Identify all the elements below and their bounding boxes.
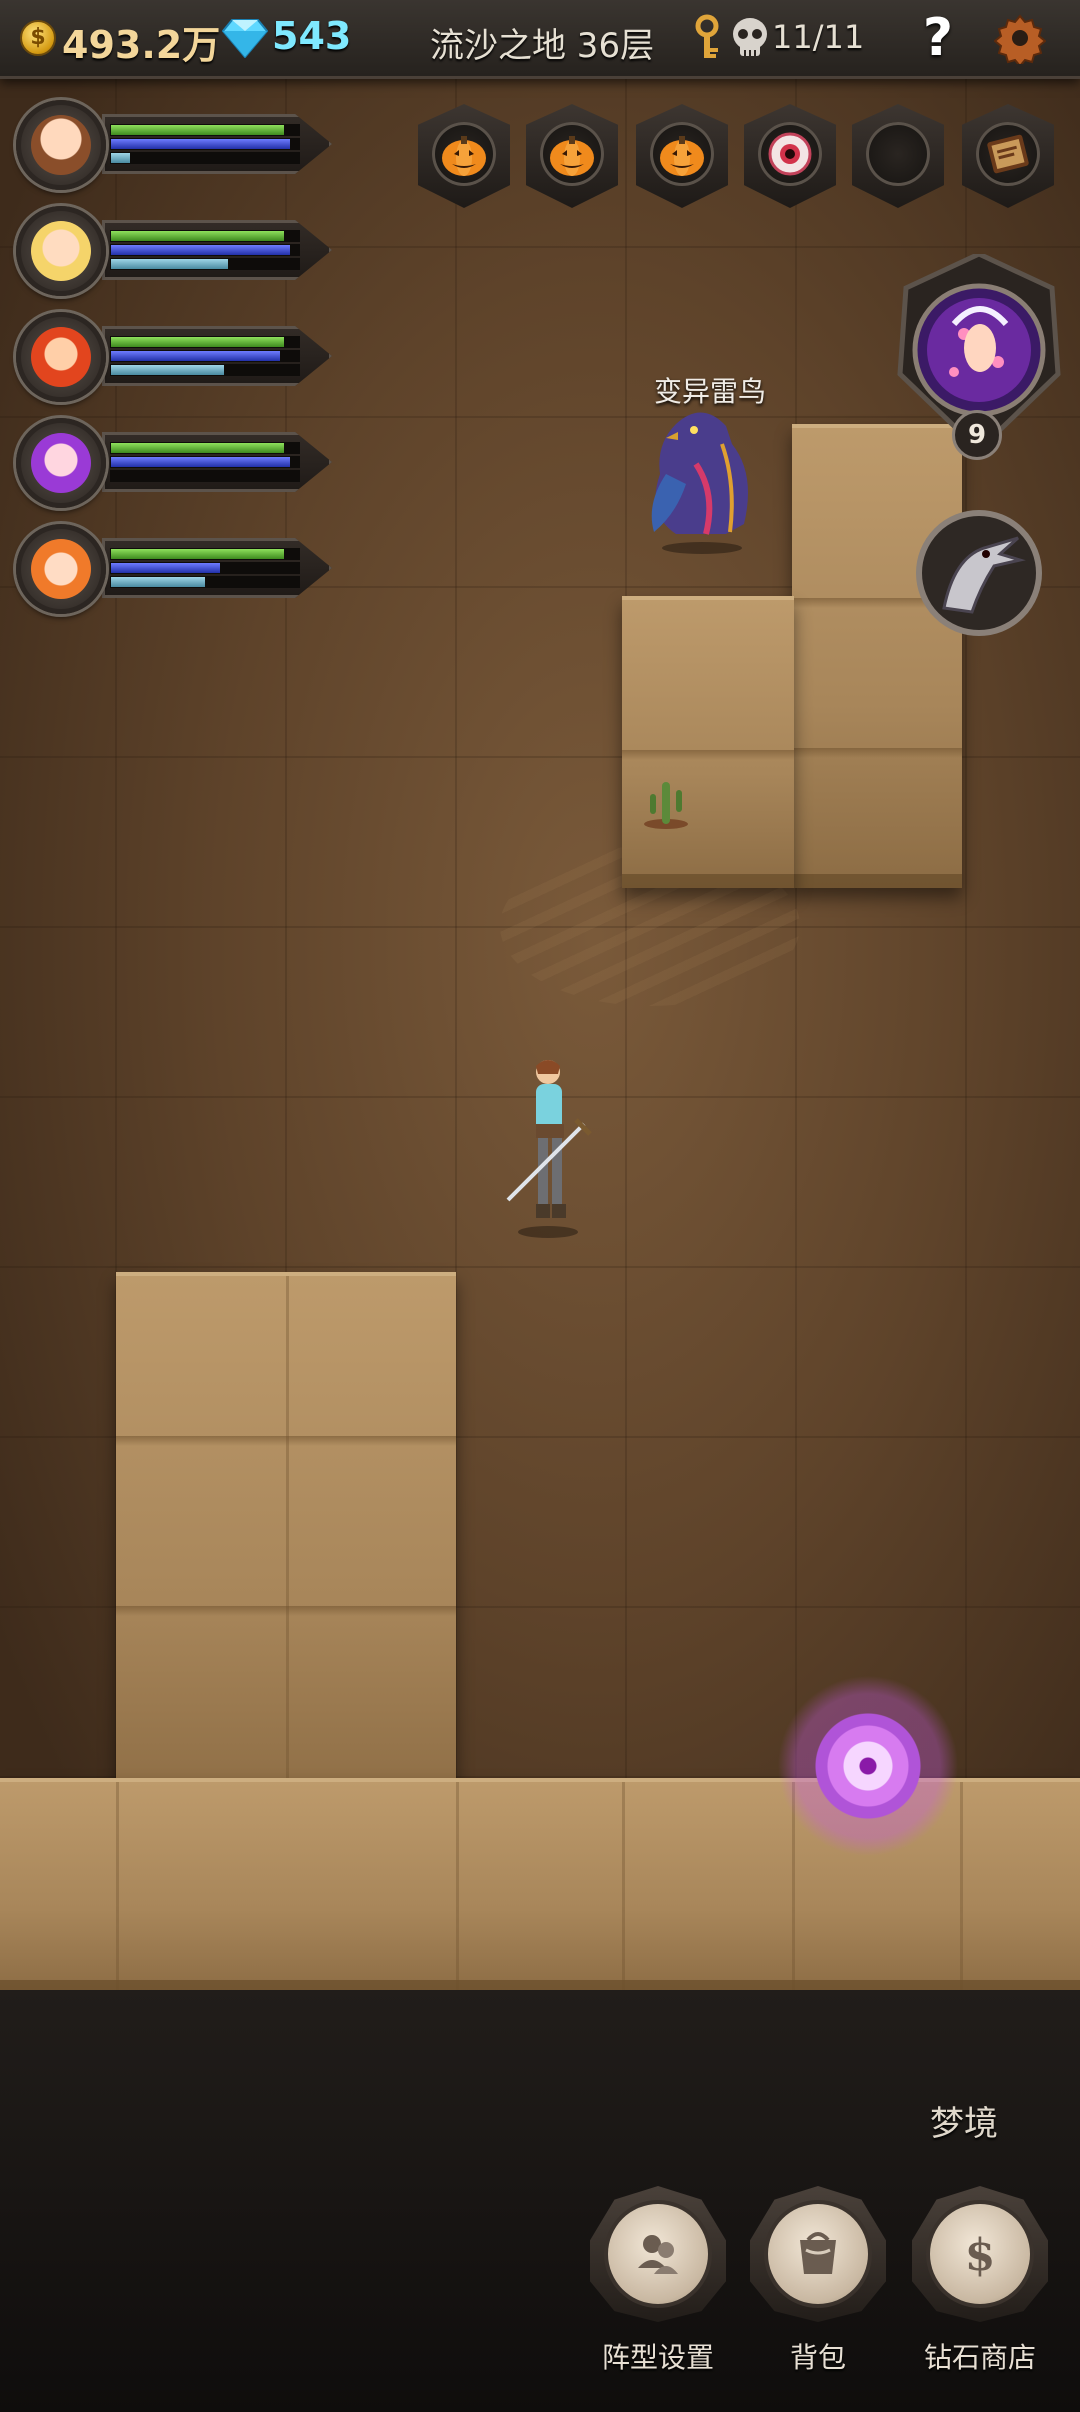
- xp-fill: [111, 577, 205, 587]
- status-bars: [110, 548, 300, 590]
- status-bars: [110, 230, 300, 272]
- party-member-5[interactable]: [10, 518, 340, 618]
- xp-bar: [110, 258, 300, 270]
- buff-slot-2[interactable]: [526, 104, 618, 208]
- mp-fill: [111, 139, 290, 149]
- cactus-decoration: [644, 782, 688, 829]
- sand-wall-block: [622, 596, 794, 888]
- pumpkin-icon: [550, 136, 594, 176]
- diamond-amount: 543: [272, 14, 352, 58]
- buff-slot-6[interactable]: [962, 104, 1054, 208]
- sand-wall-block: [792, 424, 962, 888]
- hp-fill: [111, 549, 284, 559]
- xp-fill: [111, 153, 130, 163]
- enemy-kill-counter: 11/11: [772, 18, 865, 56]
- portrait-frame: [16, 312, 106, 402]
- sand-wall-block: [116, 1272, 456, 1816]
- boss-level-badge: 9: [952, 410, 1002, 460]
- hero-portrait-icon: [31, 221, 91, 281]
- xp-bar: [110, 470, 300, 482]
- xp-fill: [111, 259, 228, 269]
- xp-fill: [111, 365, 224, 375]
- formation-label: 阵型设置: [601, 2341, 714, 2374]
- xp-bar: [110, 576, 300, 588]
- status-bars: [110, 336, 300, 378]
- book-icon: [987, 134, 1029, 174]
- hero-portrait-icon: [31, 539, 91, 599]
- bag-button[interactable]: 背包: [748, 2186, 888, 2376]
- party-member-3[interactable]: [10, 306, 340, 406]
- hp-bar: [110, 336, 300, 348]
- party-member-1[interactable]: [10, 94, 340, 194]
- mp-fill: [111, 351, 281, 361]
- mp-bar: [110, 562, 300, 574]
- diamond-shop-label: 钻石商店: [923, 2341, 1036, 2374]
- formation-icon: [638, 2235, 678, 2274]
- gear-icon[interactable]: [994, 12, 1046, 64]
- status-bars: [110, 442, 300, 484]
- teleport-portal[interactable]: [778, 1676, 958, 1856]
- hp-bar: [110, 124, 300, 136]
- floor-title: 流沙之地 36层: [430, 26, 655, 66]
- player-hero-sprite: [506, 1060, 592, 1238]
- buff-slot-5-empty[interactable]: [852, 104, 944, 208]
- buff-slot-4[interactable]: [744, 104, 836, 208]
- diamond-shop-button[interactable]: $ 钻石商店: [910, 2186, 1050, 2376]
- portrait-frame: [16, 206, 106, 296]
- portrait-frame: [16, 100, 106, 190]
- xp-bar: [110, 364, 300, 376]
- mp-bar: [110, 244, 300, 256]
- mp-fill: [111, 457, 290, 467]
- bag-icon: [800, 2232, 836, 2274]
- svg-text:$: $: [965, 2230, 996, 2281]
- xp-bar: [110, 152, 300, 164]
- eye-icon: [768, 132, 812, 176]
- gold-amount: 493.2万: [62, 23, 221, 67]
- party-member-2[interactable]: [10, 200, 340, 300]
- hero-portrait-icon: [31, 433, 91, 493]
- dungeon-map[interactable]: 9 变异雷鸟: [0, 76, 1080, 1990]
- mp-fill: [111, 245, 290, 255]
- formation-button[interactable]: 阵型设置: [588, 2186, 728, 2376]
- diamond-icon: [222, 19, 268, 58]
- hp-bar: [110, 442, 300, 454]
- hp-bar: [110, 230, 300, 242]
- top-status-bar: $ 493.2万 543 流沙之地 36层 11/11 ?: [0, 0, 1080, 79]
- dream-mode-button[interactable]: 梦境: [930, 2096, 998, 2145]
- pumpkin-icon: [442, 136, 486, 176]
- mp-bar: [110, 138, 300, 150]
- hp-bar: [110, 548, 300, 560]
- buff-slot-3[interactable]: [636, 104, 728, 208]
- skull-icon: [733, 18, 767, 56]
- buff-slot-1[interactable]: [418, 104, 510, 208]
- mp-fill: [111, 563, 221, 573]
- pumpkin-icon: [660, 136, 704, 176]
- status-bars: [110, 124, 300, 166]
- dollar-icon: $: [965, 2230, 996, 2281]
- help-icon[interactable]: ?: [918, 8, 958, 68]
- thunderbird-enemy[interactable]: [636, 404, 766, 554]
- portrait-frame: [16, 418, 106, 508]
- party-member-4[interactable]: [10, 412, 340, 512]
- hero-portrait-icon: [31, 115, 91, 175]
- hero-portrait-icon: [31, 327, 91, 387]
- bag-label: 背包: [789, 2341, 846, 2374]
- mp-bar: [110, 350, 300, 362]
- mp-bar: [110, 456, 300, 468]
- key-icon: [695, 14, 719, 58]
- hp-fill: [111, 231, 284, 241]
- hp-fill: [111, 443, 284, 453]
- gold-coin-icon: $: [20, 20, 56, 56]
- portrait-frame: [16, 524, 106, 614]
- crow-skill-icon[interactable]: [914, 508, 1044, 638]
- hp-fill: [111, 337, 284, 347]
- hp-fill: [111, 125, 284, 135]
